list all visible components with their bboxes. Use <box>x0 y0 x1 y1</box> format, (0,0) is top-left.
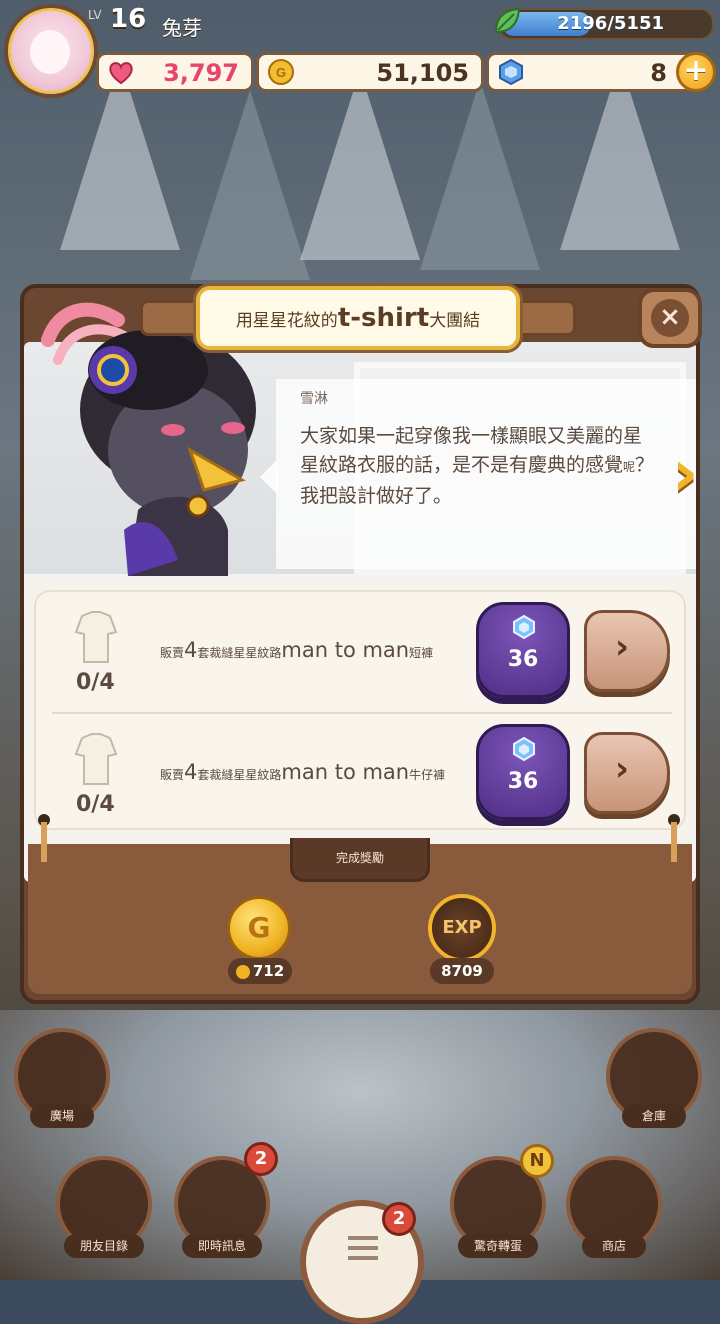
task-prefix: 販賣 <box>160 768 185 782</box>
gem-icon <box>513 615 535 639</box>
shirt-icon <box>74 611 118 663</box>
coin-icon: G <box>268 59 294 85</box>
task-item: man to man <box>281 638 410 662</box>
chevron-right-icon: › <box>615 627 630 667</box>
level-label: LV <box>88 8 102 22</box>
rope-decoration-left <box>38 814 50 862</box>
coin-icon: G <box>227 896 291 960</box>
reward-coin-value: 712 <box>252 962 285 980</box>
go-to-task-button[interactable]: › <box>584 610 670 692</box>
nav-messages-label: 即時訊息 <box>182 1234 262 1258</box>
chevron-right-icon[interactable]: › <box>672 442 718 506</box>
messages-badge: 2 <box>244 1142 278 1176</box>
level-number: 16 <box>110 4 147 34</box>
nav-plaza-label: 廣場 <box>30 1104 94 1128</box>
gems-value: 8 <box>650 59 667 87</box>
close-button[interactable]: × <box>638 288 702 348</box>
reward-exp-amount: 8709 <box>430 958 494 984</box>
hearts-value: 3,797 <box>163 59 239 87</box>
task-row: 0/4 販賣4套裁縫星星紋路man to man牛仔褲 36 › <box>36 714 688 832</box>
task-count: 4 <box>184 760 198 784</box>
task-description: 販賣4套裁縫星星紋路man to man牛仔褲 <box>160 760 445 784</box>
instant-complete-button[interactable]: 36 <box>476 724 570 820</box>
task-count: 4 <box>184 638 198 662</box>
task-prefix: 販賣 <box>160 646 185 660</box>
wonder-new-badge: N <box>520 1144 554 1178</box>
quest-title-main: t-shirt <box>337 303 430 333</box>
plus-icon: + <box>683 53 709 88</box>
coins-value: 51,105 <box>376 59 469 87</box>
player-name: 兔芽 <box>162 16 202 40</box>
task-suffix: 短褲 <box>409 646 434 660</box>
task-progress: 0/4 <box>76 670 115 695</box>
coin-icon <box>235 964 250 979</box>
gems-counter: 8 <box>486 52 706 92</box>
exp-icon: EXP <box>428 894 496 962</box>
rope-decoration-right <box>668 814 680 862</box>
dialogue-main: 大家如果一起穿像我一樣顯眼又美麗的星星紋路衣服的話，是不是有慶典的感覺 <box>300 425 643 476</box>
player-avatar[interactable] <box>4 4 98 98</box>
task-list: 0/4 販賣4套裁縫星星紋路man to man短褲 36 › 0/4 販賣4套… <box>34 590 686 830</box>
menu-icon <box>348 1236 378 1240</box>
go-to-task-button[interactable]: › <box>584 732 670 814</box>
task-item: man to man <box>281 760 410 784</box>
quest-title: 用星星花紋的t-shirt大團結 <box>196 286 520 350</box>
task-suffix: 牛仔褲 <box>409 768 446 782</box>
task-description: 販賣4套裁縫星星紋路man to man短褲 <box>160 638 433 662</box>
gem-icon <box>513 737 535 761</box>
gem-cost: 36 <box>507 769 539 794</box>
coins-counter: G 51,105 <box>256 52 484 92</box>
heart-icon <box>109 62 133 85</box>
quest-title-suffix: 大團結 <box>429 311 481 331</box>
instant-complete-button[interactable]: 36 <box>476 602 570 698</box>
gem-icon <box>499 58 523 86</box>
dialogue-text: 大家如果一起穿像我一樣顯眼又美麗的星星紋路衣服的話，是不是有慶典的感覺呢？我把設… <box>300 422 660 511</box>
nav-friends-label: 朋友目錄 <box>64 1234 144 1258</box>
title-ribbon-left <box>140 300 200 336</box>
svg-text:G: G <box>276 65 286 80</box>
exp-progress-bar: 2196/5151 <box>498 8 714 40</box>
hearts-counter: 3,797 <box>96 52 254 92</box>
leaf-icon <box>494 7 521 34</box>
reward-coin-amount: 712 <box>228 958 292 984</box>
speaker-name: 雪淋 <box>300 391 328 407</box>
task-row: 0/4 販賣4套裁縫星星紋路man to man短褲 36 › <box>36 592 688 714</box>
task-middle: 套裁縫星星紋路 <box>197 768 282 782</box>
shirt-icon <box>74 733 118 785</box>
task-progress: 0/4 <box>76 792 115 817</box>
menu-badge: 2 <box>382 1202 416 1236</box>
nav-shop-label: 商店 <box>582 1234 646 1258</box>
nav-warehouse-label: 倉庫 <box>622 1104 686 1128</box>
top-status-bar: LV 16 兔芽 2196/5151 3,797 G 51,105 8 + <box>0 0 720 98</box>
chevron-right-icon: › <box>615 749 630 789</box>
close-icon: × <box>651 299 689 337</box>
task-middle: 套裁縫星星紋路 <box>197 646 282 660</box>
exp-progress-text: 2196/5151 <box>557 13 664 34</box>
title-ribbon-right <box>516 300 576 336</box>
reward-section-label: 完成獎勵 <box>290 838 430 882</box>
gem-cost: 36 <box>507 647 539 672</box>
quest-title-prefix: 用星星花紋的 <box>235 311 338 331</box>
add-gems-button[interactable]: + <box>676 52 716 92</box>
nav-wonder-label: 驚奇轉蛋 <box>458 1234 538 1258</box>
dialogue-small: 呢 <box>623 460 636 474</box>
